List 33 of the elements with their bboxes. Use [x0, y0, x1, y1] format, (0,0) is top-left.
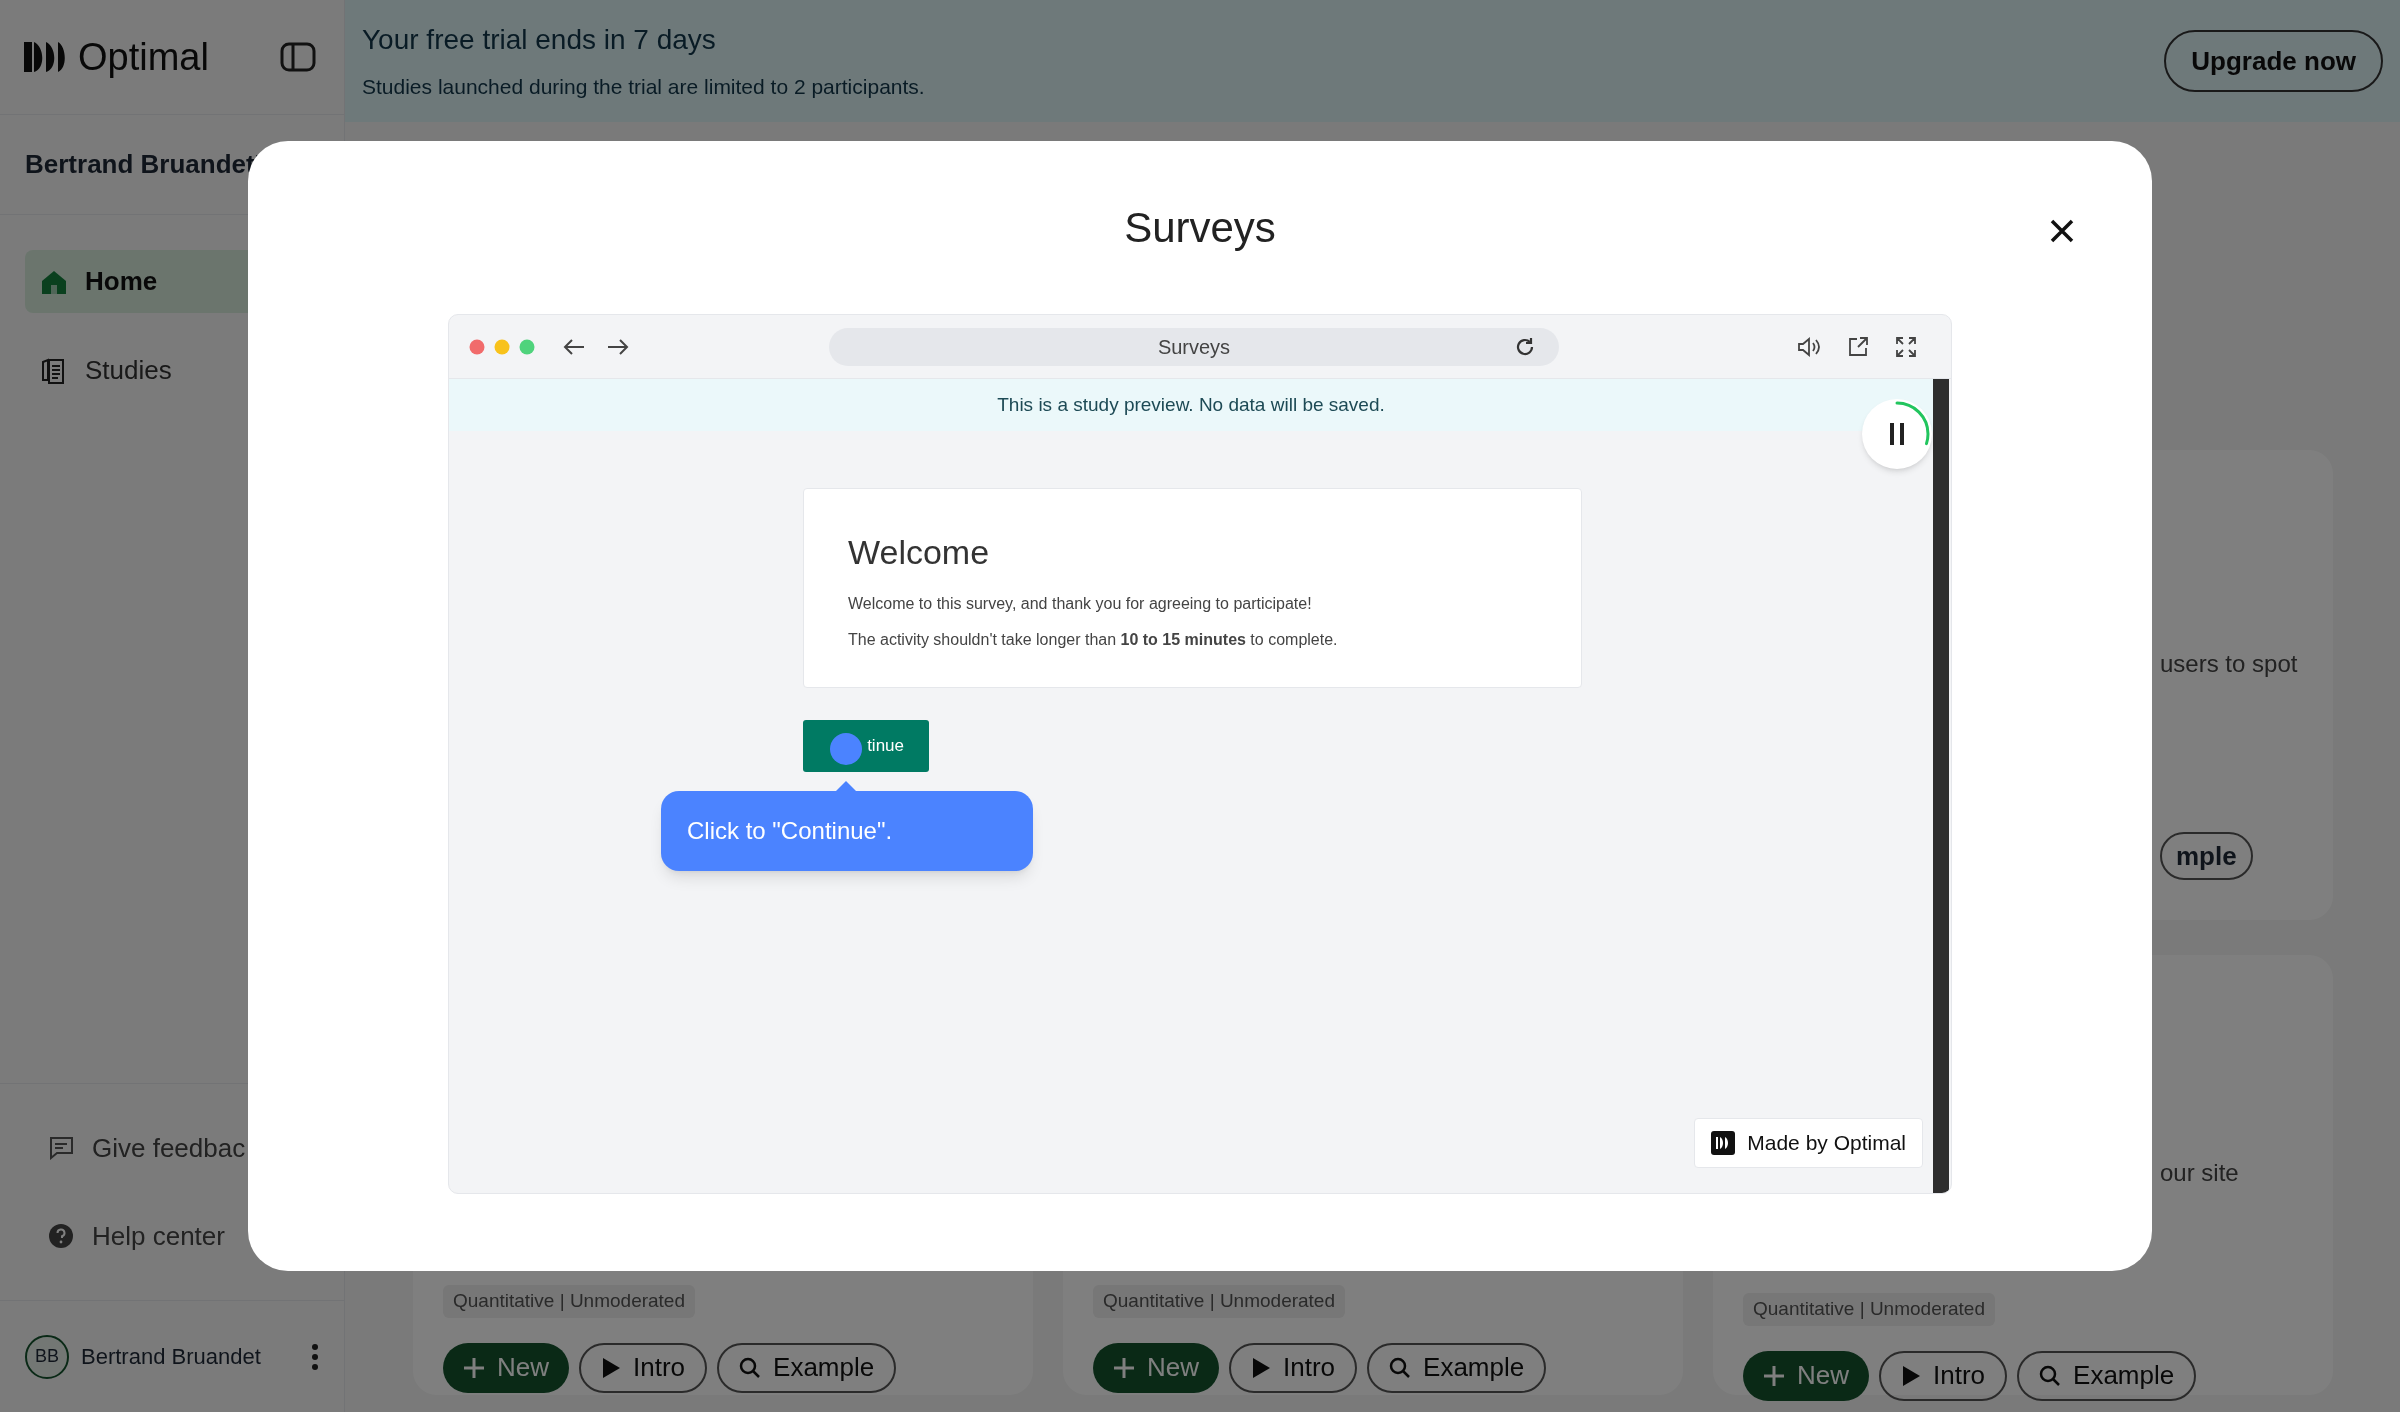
new-button[interactable]: New: [1093, 1342, 1219, 1393]
example-button[interactable]: mple: [2160, 832, 2253, 880]
card-description: users to spot: [2160, 649, 2299, 679]
example-button[interactable]: Example: [2017, 1350, 2197, 1401]
tooltip: Click to "Continue".: [661, 791, 1033, 871]
study-type-tag: Quantitative | Unmoderated: [1093, 1285, 1345, 1318]
made-by-badge[interactable]: Made by Optimal: [1694, 1118, 1923, 1168]
new-button[interactable]: New: [1743, 1350, 1869, 1401]
study-type-tag: Quantitative | Unmoderated: [443, 1285, 695, 1318]
banner-text: Studies launched during the trial are limited to 2 participants.: [362, 74, 925, 101]
brand-name: Optimal: [78, 34, 209, 80]
welcome-text: The activity shouldn't take longer than 10 to 15 minutes to complete.: [848, 630, 1339, 650]
study-type-tag: Quantitative | Unmoderated: [1743, 1293, 1995, 1326]
sidebar-link[interactable]: Help center: [0, 1192, 344, 1280]
user-avatar[interactable]: BB: [25, 1334, 69, 1379]
new-button[interactable]: New: [443, 1342, 569, 1393]
address-bar[interactable]: Surveys: [829, 327, 1559, 366]
example-button[interactable]: Example: [717, 1342, 897, 1393]
example-button[interactable]: Example: [1367, 1342, 1547, 1393]
welcome-text: Welcome to this survey, and thank you for agreeing to participate!: [848, 594, 1313, 614]
user-name: Bertrand Bruandet: [81, 1343, 261, 1371]
upgrade-button[interactable]: Upgrade now: [2164, 30, 2383, 92]
sidebar-link[interactable]: Give feedbac: [0, 1104, 344, 1192]
banner-title: Your free trial ends in 7 days: [362, 23, 717, 58]
intro-button[interactable]: Intro: [579, 1342, 708, 1393]
nav-item[interactable]: Studies: [25, 339, 319, 402]
intro-button[interactable]: Intro: [1879, 1350, 2008, 1401]
welcome-heading: Welcome: [848, 532, 991, 573]
preview-notice: This is a study preview. No data will be saved.: [997, 392, 1385, 417]
card-description: our site: [2160, 1158, 2240, 1188]
continue-button[interactable]: tinue: [803, 720, 929, 772]
modal-title: Surveys: [1124, 203, 1276, 253]
intro-button[interactable]: Intro: [1229, 1342, 1358, 1393]
